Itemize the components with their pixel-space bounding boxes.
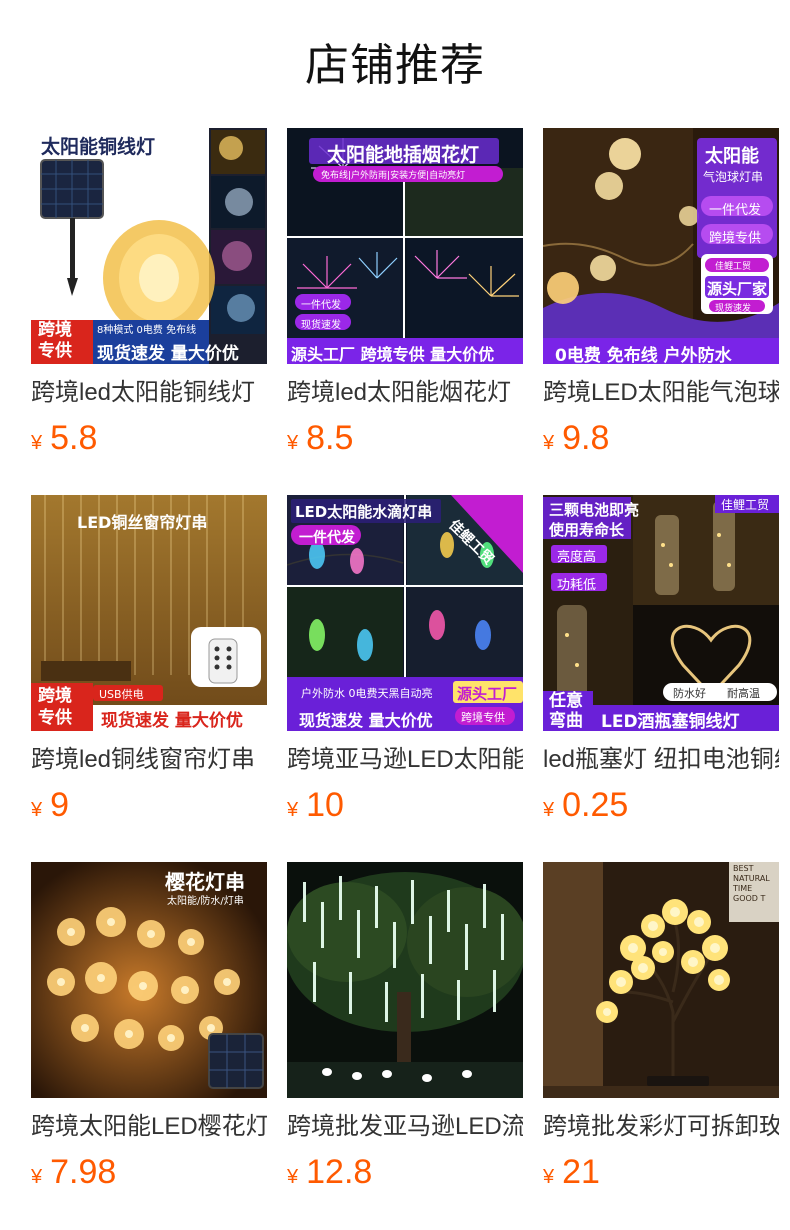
image-small-text: 免布线|户外防雨|安装方便|自动亮灯 — [321, 171, 466, 181]
currency-symbol: ¥ — [543, 432, 555, 454]
product-card[interactable]: 太阳能 气泡球灯串 一件代发 跨境专供 佳鲤工贸 源头厂家 现货速发 0电费 免… — [543, 128, 779, 464]
product-price: ¥9.8 — [543, 418, 779, 458]
price-value: 10 — [306, 786, 344, 824]
image-tag-text: 源头工厂 — [457, 685, 518, 703]
product-price: ¥8.5 — [287, 418, 523, 458]
product-card[interactable]: 樱花灯串 太阳能/防水/灯串 跨境太阳能LED樱花灯串 ¥7.98 — [31, 862, 267, 1198]
image-bottom-text: 0电费 免布线 户外防水 — [555, 346, 732, 364]
image-badge-text: 跨境 专供 — [38, 686, 72, 728]
currency-symbol: ¥ — [287, 799, 299, 821]
image-badge-text: 任意 弯曲 — [549, 691, 583, 731]
image-top-text: LED太阳能水滴灯串 — [295, 503, 433, 521]
image-tag-text: 源头厂家 — [707, 280, 768, 298]
currency-symbol: ¥ — [31, 799, 43, 821]
currency-symbol: ¥ — [287, 1166, 299, 1188]
product-price: ¥10 — [287, 785, 523, 825]
image-tag-text: 一件代发 — [299, 530, 355, 546]
image-tag-text: 佳鲤工贸 — [715, 262, 752, 272]
image-top-text: 三颗电池即亮 — [549, 501, 640, 519]
product-title[interactable]: 跨境亚马逊LED太阳能水滴灯串 — [287, 745, 523, 775]
product-image[interactable]: 太阳能地插烟花灯 免布线|户外防雨|安装方便|自动亮灯 一件代发 现货速发 源头… — [287, 128, 523, 364]
image-sub-text: 气泡球灯串 — [703, 170, 764, 184]
price-value: 12.8 — [306, 1153, 373, 1191]
product-price: ¥7.98 — [31, 1152, 267, 1192]
product-title[interactable]: 跨境led太阳能烟花灯 — [287, 378, 523, 408]
product-title[interactable]: 跨境led铜线窗帘灯串 — [31, 745, 267, 775]
product-title[interactable]: led瓶塞灯 纽扣电池铜线灯 — [543, 745, 779, 775]
image-top-text: 太阳能 — [705, 146, 759, 167]
price-value: 7.98 — [50, 1153, 117, 1191]
image-bottom-text: LED酒瓶塞铜线灯 — [601, 712, 740, 731]
image-top-text: 使用寿命长 — [549, 521, 625, 539]
image-bottom-text: 现货速发 量大价优 — [101, 711, 243, 731]
image-tag-text: 一件代发 — [301, 300, 341, 311]
product-title[interactable]: 跨境led太阳能铜线灯 — [31, 378, 267, 408]
product-image[interactable]: BEST NATURAL TIME GOOD T — [543, 862, 779, 1098]
image-corner-text: BEST NATURAL TIME GOOD T — [733, 864, 770, 903]
product-title[interactable]: 跨境太阳能LED樱花灯串 — [31, 1112, 267, 1142]
product-card[interactable]: 太阳能地插烟花灯 免布线|户外防雨|安装方便|自动亮灯 一件代发 现货速发 源头… — [287, 128, 523, 464]
product-image[interactable] — [287, 862, 523, 1098]
price-value: 0.25 — [562, 786, 629, 824]
product-image[interactable]: 太阳能铜线灯 8种模式 0电费 免布线 跨境 专供 现货速发 量大价优 — [31, 128, 267, 364]
product-card[interactable]: 三颗电池即亮 使用寿命长 佳鲤工贸 亮度高 功耗低 防水好 耐高温 任意 弯曲 … — [543, 495, 779, 831]
page-title: 店铺推荐 — [305, 41, 485, 90]
product-price: ¥5.8 — [31, 418, 267, 458]
product-title[interactable]: 跨境LED太阳能气泡球 — [543, 378, 779, 408]
product-title[interactable]: 跨境批发亚马逊LED流星雨灯 — [287, 1112, 523, 1142]
product-card[interactable]: 太阳能铜线灯 8种模式 0电费 免布线 跨境 专供 现货速发 量大价优 跨境le… — [31, 128, 267, 464]
product-card[interactable]: LED铜丝窗帘灯串 跨境 专供 USB供电 现货速发 量大价优 跨境led铜线窗… — [31, 495, 267, 831]
image-small-text: 太阳能/防水/灯串 — [167, 896, 244, 907]
image-corner-text: 佳鲤工贸 — [721, 498, 770, 512]
image-bottom-text: 现货速发 量大价优 — [299, 711, 433, 730]
product-image[interactable]: 三颗电池即亮 使用寿命长 佳鲤工贸 亮度高 功耗低 防水好 耐高温 任意 弯曲 … — [543, 495, 779, 731]
price-value: 5.8 — [50, 419, 98, 457]
image-tag-text: 一件代发 — [709, 203, 762, 218]
image-bottom-text: 源头工厂 跨境专供 量大价优 — [291, 345, 495, 364]
image-small-text: 户外防水 0电费天黑自动亮 — [301, 687, 433, 700]
price-value: 8.5 — [306, 419, 354, 457]
image-badge-text: 跨境 专供 — [38, 320, 72, 361]
image-tag-text: 跨境专供 — [461, 711, 505, 724]
product-card[interactable]: 跨境批发亚马逊LED流星雨灯 ¥12.8 — [287, 862, 523, 1198]
image-tag-text: 功耗低 — [557, 578, 597, 593]
image-tag-text: 跨境专供 — [709, 231, 762, 246]
currency-symbol: ¥ — [31, 1166, 43, 1188]
product-card[interactable]: BEST NATURAL TIME GOOD T 跨境批发彩灯可拆卸玫瑰树灯 ¥… — [543, 862, 779, 1198]
product-title[interactable]: 跨境批发彩灯可拆卸玫瑰树灯 — [543, 1112, 779, 1142]
image-bottom-text: 现货速发 量大价优 — [97, 344, 239, 364]
currency-symbol: ¥ — [287, 432, 299, 454]
price-value: 21 — [562, 1153, 600, 1191]
image-top-text: 太阳能铜线灯 — [41, 136, 156, 158]
image-small-text: 8种模式 0电费 免布线 — [97, 325, 197, 336]
price-value: 9 — [50, 786, 70, 824]
product-image[interactable]: LED太阳能水滴灯串 一件代发 佳鲤工贸 户外防水 0电费天黑自动亮 源头工厂 … — [287, 495, 523, 731]
product-image[interactable]: 樱花灯串 太阳能/防水/灯串 — [31, 862, 267, 1098]
product-card[interactable]: LED太阳能水滴灯串 一件代发 佳鲤工贸 户外防水 0电费天黑自动亮 源头工厂 … — [287, 495, 523, 831]
image-top-text: 太阳能地插烟花灯 — [327, 144, 480, 166]
image-tag-text: 亮度高 — [557, 550, 597, 565]
image-top-text: LED铜丝窗帘灯串 — [77, 513, 208, 532]
image-tag-text: 现货速发 — [715, 304, 752, 314]
price-value: 9.8 — [562, 419, 610, 457]
image-tag-text: 现货速发 — [301, 320, 341, 331]
image-top-text: 樱花灯串 — [165, 870, 245, 894]
currency-symbol: ¥ — [543, 799, 555, 821]
image-small-text: USB供电 — [99, 688, 144, 701]
currency-symbol: ¥ — [543, 1166, 555, 1188]
currency-symbol: ¥ — [31, 432, 43, 454]
product-price: ¥12.8 — [287, 1152, 523, 1192]
image-small-text: 耐高温 — [727, 687, 760, 700]
product-price: ¥9 — [31, 785, 267, 825]
product-image[interactable]: 太阳能 气泡球灯串 一件代发 跨境专供 佳鲤工贸 源头厂家 现货速发 0电费 免… — [543, 128, 779, 364]
product-image[interactable]: LED铜丝窗帘灯串 跨境 专供 USB供电 现货速发 量大价优 — [31, 495, 267, 731]
product-price: ¥21 — [543, 1152, 779, 1192]
product-grid: 太阳能铜线灯 8种模式 0电费 免布线 跨境 专供 现货速发 量大价优 跨境le… — [31, 128, 790, 1198]
image-small-text: 防水好 — [673, 687, 706, 700]
product-price: ¥0.25 — [543, 785, 779, 825]
